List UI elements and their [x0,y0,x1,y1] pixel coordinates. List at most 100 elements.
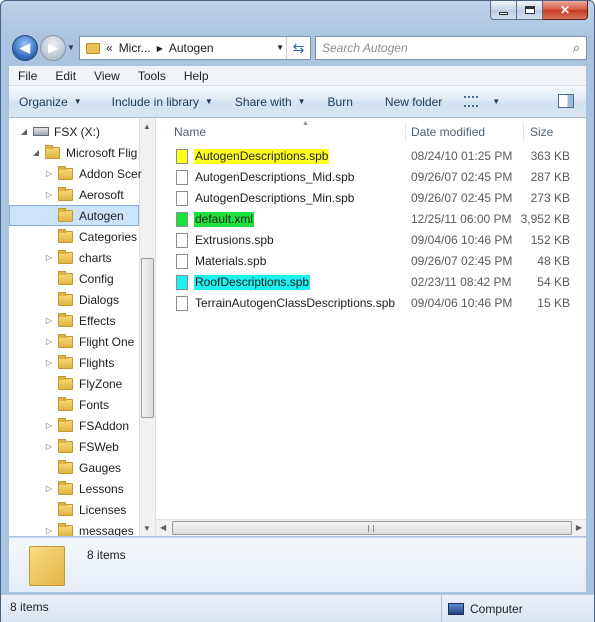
column-header-date[interactable]: Date modified [411,122,485,142]
folder-icon [58,186,73,201]
menu-help[interactable]: Help [175,69,218,83]
menu-file[interactable]: File [9,69,46,83]
details-pane: 8 items [9,537,586,592]
folder-icon [58,522,73,536]
folder-icon [58,333,73,348]
horizontal-scroll-thumb[interactable] [172,521,572,535]
folder-icon [58,480,73,495]
scroll-down-icon[interactable]: ▼ [143,524,151,533]
close-button[interactable]: ✕ [543,1,588,20]
recent-pages-dropdown-icon[interactable]: ▼ [67,43,75,52]
maximize-button[interactable] [517,1,543,20]
tree-item[interactable]: Dialogs [44,289,119,310]
include-in-library-button[interactable]: Include in library ▼ [102,95,223,109]
tree-item[interactable]: ▷ messages [44,520,134,536]
scroll-up-icon[interactable]: ▲ [143,122,151,131]
file-size: 15 KB [537,296,570,310]
breadcrumb-separator-icon[interactable]: ▶ [157,44,163,53]
file-name: default.xml [194,212,255,227]
collapsed-icon[interactable]: ▷ [44,253,54,262]
tree-item[interactable]: ▷ FSWeb [44,436,119,457]
scroll-right-icon[interactable]: ▶ [576,523,582,532]
change-view-button[interactable]: ▼ [454,96,510,107]
collapsed-icon[interactable]: ▷ [44,442,54,451]
close-icon: ✕ [559,3,571,17]
collapsed-icon[interactable]: ▷ [44,421,54,430]
menu-tools[interactable]: Tools [129,69,175,83]
tree-item[interactable]: Autogen [9,205,139,226]
expanded-icon[interactable]: ◢ [19,127,29,136]
tree-item[interactable]: ▷ Lessons [44,478,124,499]
collapsed-icon[interactable]: ▷ [44,526,54,535]
column-header-name[interactable]: Name ▲ [174,120,309,142]
status-location: Computer [441,595,523,622]
collapsed-icon[interactable]: ▷ [44,190,54,199]
preview-pane-icon[interactable] [558,94,574,108]
scroll-left-icon[interactable]: ◀ [160,523,166,532]
tree-item[interactable]: ▷ Aerosoft [44,184,124,205]
folder-icon [58,375,73,390]
tree-item[interactable]: ▷ Flights [44,352,114,373]
file-row[interactable]: default.xml 12/25/11 06:00 PM 3,952 KB [176,209,570,230]
expanded-icon[interactable]: ◢ [31,148,41,157]
column-divider[interactable] [405,122,406,140]
horizontal-scrollbar[interactable]: ◀ ▶ [156,519,586,536]
organize-button[interactable]: Organize ▼ [9,95,92,109]
tree-item[interactable]: FlyZone [44,373,122,394]
chevron-down-icon: ▼ [297,97,306,106]
tree-item[interactable]: Gauges [44,457,121,478]
tree-scroll-thumb[interactable] [141,258,154,418]
tree-item-label: messages [79,523,134,537]
search-input[interactable]: Search Autogen [322,41,408,55]
tree-item-label: charts [79,250,112,265]
tree-item[interactable]: ▷ charts [44,247,112,268]
tree-item[interactable]: Config [44,268,114,289]
file-row[interactable]: AutogenDescriptions_Mid.spb 09/26/07 02:4… [176,167,570,188]
share-with-button[interactable]: Share with ▼ [225,95,316,109]
collapsed-icon[interactable]: ▷ [44,169,54,178]
forward-button[interactable]: ▶ [40,35,66,61]
tree-item[interactable]: ▷ FSAddon [44,415,129,436]
menu-view[interactable]: View [85,69,129,83]
tree-item-label: Microsoft Flig [66,145,138,160]
tree-item[interactable]: ▷ Effects [44,310,115,331]
breadcrumb-item-autogen[interactable]: Autogen [169,41,214,55]
file-row[interactable]: RoofDescriptions.spb 02/23/11 08:42 PM 54 … [176,272,570,293]
tree-item[interactable]: ▷ Addon Scer [44,163,142,184]
address-bar[interactable]: « Micr... ▶ Autogen ▼ ⇆ [79,36,311,60]
file-date: 12/25/11 06:00 PM [411,212,512,226]
file-row[interactable]: Extrusions.spb 09/04/06 10:46 PM 152 KB [176,230,570,251]
file-row[interactable]: TerrainAutogenClassDescriptions.spb 09/04… [176,293,570,314]
column-header-size[interactable]: Size [530,122,553,142]
file-row[interactable]: Materials.spb 09/26/07 02:45 PM 48 KB [176,251,570,272]
column-divider[interactable] [523,122,524,140]
collapsed-icon[interactable]: ▷ [44,358,54,367]
collapsed-icon[interactable]: ▷ [44,484,54,493]
tree-item[interactable]: ▷ Flight One [44,331,134,352]
tree-item[interactable]: Fonts [44,394,109,415]
burn-button[interactable]: Burn [318,95,363,109]
back-button[interactable]: ◀ [12,35,38,61]
search-icon[interactable]: ⌕ [573,40,580,56]
menu-edit[interactable]: Edit [46,69,85,83]
file-date: 08/24/10 01:25 PM [411,149,513,163]
minimize-button[interactable] [490,1,517,20]
file-size: 273 KB [530,191,570,205]
address-dropdown-icon[interactable]: ▼ [276,43,284,52]
file-row[interactable]: AutogenDescriptions_Min.spb 09/26/07 02:4… [176,188,570,209]
breadcrumb-overflow[interactable]: « [106,41,113,55]
refresh-icon: ⇆ [292,39,305,56]
file-name: AutogenDescriptions_Mid.spb [195,170,355,184]
new-folder-button[interactable]: New folder [375,95,452,109]
file-row[interactable]: AutogenDescriptions.spb 08/24/10 01:25 PM… [176,146,570,167]
search-box[interactable]: Search Autogen ⌕ [315,36,587,60]
tree-item[interactable]: ◢ Microsoft Flig [31,142,137,163]
tree-item-label: FSX (X:) [54,124,101,139]
collapsed-icon[interactable]: ▷ [44,337,54,346]
breadcrumb-item-microsoft[interactable]: Micr... [119,41,151,55]
tree-item[interactable]: Licenses [44,499,126,520]
tree-item[interactable]: Categories [44,226,137,247]
refresh-button[interactable]: ⇆ [286,37,310,59]
tree-item[interactable]: ◢ FSX (X:) [19,121,100,142]
collapsed-icon[interactable]: ▷ [44,316,54,325]
